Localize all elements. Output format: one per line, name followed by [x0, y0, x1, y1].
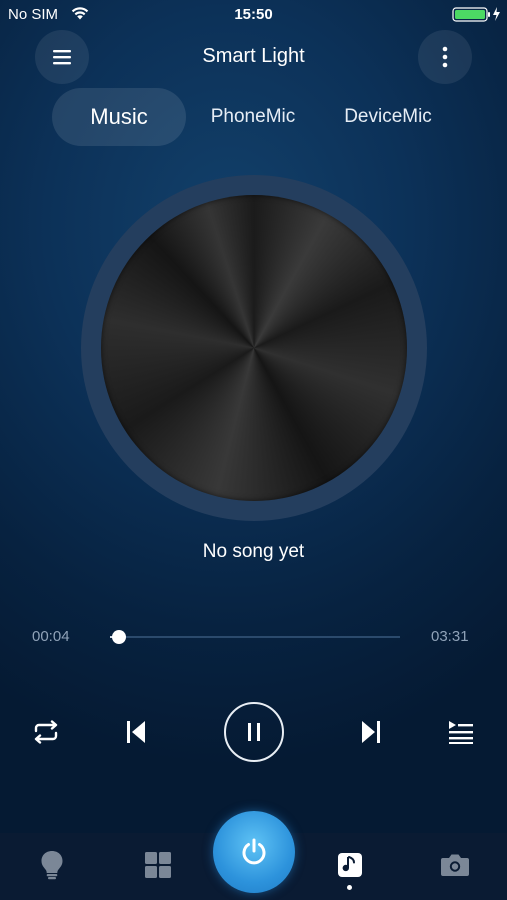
pause-icon [248, 723, 260, 741]
playlist-icon [449, 721, 473, 744]
next-button[interactable] [351, 712, 391, 752]
next-icon [362, 721, 380, 743]
tab-devicemic[interactable]: DeviceMic [328, 88, 448, 146]
status-time: 15:50 [234, 6, 273, 23]
repeat-button[interactable] [26, 712, 66, 752]
playlist-button[interactable] [441, 712, 481, 752]
active-indicator-dot [347, 885, 352, 890]
more-button[interactable] [418, 30, 472, 84]
album-disc [101, 195, 407, 501]
music-icon [338, 853, 362, 877]
previous-icon [127, 721, 145, 743]
status-bar: No SIM 15:50 [0, 0, 507, 30]
tab-music[interactable]: Music [52, 88, 186, 146]
repeat-icon [34, 720, 58, 744]
previous-button[interactable] [116, 712, 156, 752]
bulb-icon [41, 851, 63, 880]
nav-scenes[interactable] [136, 845, 180, 885]
battery-charging-icon [452, 7, 500, 22]
total-time: 03:31 [431, 628, 469, 645]
song-title: No song yet [202, 541, 305, 562]
progress-slider[interactable] [110, 630, 400, 644]
progress-thumb[interactable] [111, 630, 126, 644]
power-icon [242, 838, 266, 865]
camera-icon [441, 854, 469, 876]
tab-phonemic[interactable]: PhoneMic [196, 88, 310, 146]
current-time: 00:04 [32, 628, 70, 645]
nav-music[interactable] [328, 845, 372, 885]
pause-button[interactable] [224, 702, 284, 762]
vertical-dots-icon [442, 46, 448, 68]
power-button[interactable] [213, 811, 295, 893]
nav-light[interactable] [30, 845, 74, 885]
nav-camera[interactable] [433, 845, 477, 885]
scenes-grid-icon [145, 852, 171, 878]
